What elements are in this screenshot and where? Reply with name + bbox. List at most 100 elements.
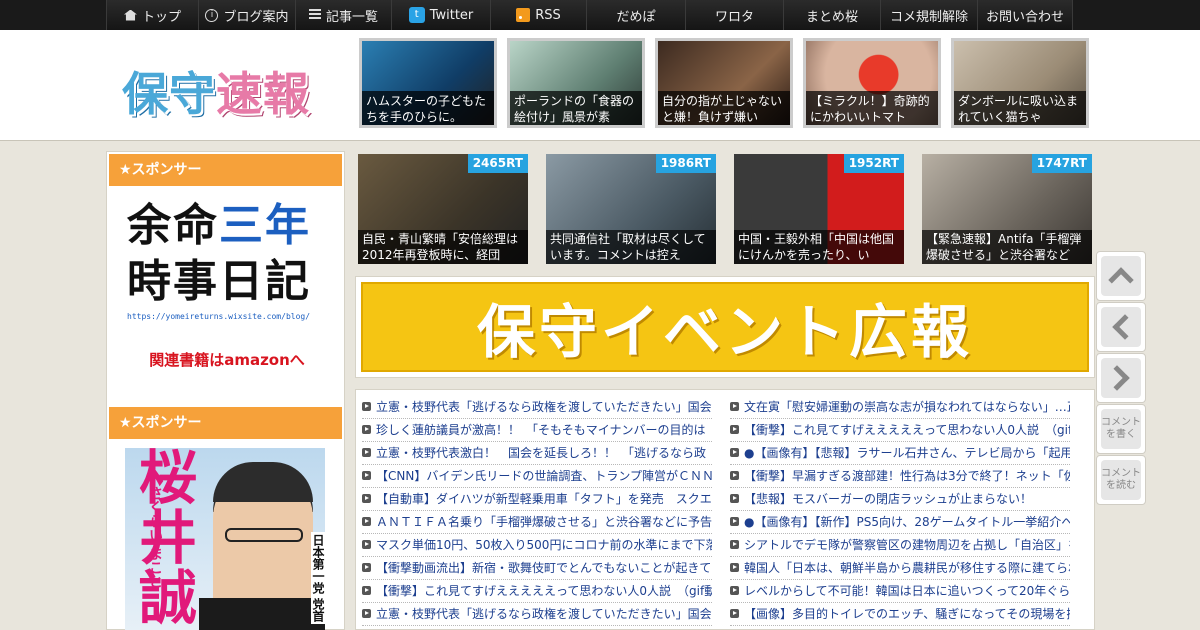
nav-label: Twitter: [429, 7, 474, 23]
ad1-amazon-link[interactable]: 関連書籍はamazonへ: [127, 349, 327, 370]
ad2-furigana: さくらい まこと: [147, 486, 163, 589]
article-link-list: 立憲・枝野代表「逃げるなら政権を渡していただきたい」国会 珍しく蓮舫議員が激高！…: [355, 389, 1095, 630]
link-text: 【画像】多目的トイレでのエッチ、騒ぎになってその現場を撮: [744, 607, 1070, 621]
link-text: 立憲・枝野代表激白！ 国会を延長しろ！！ 「逃げるなら政: [376, 446, 707, 460]
featured-article[interactable]: 1747RT 【緊急速報】Antifa「手榴弾爆破させる」と渋谷署など: [922, 154, 1092, 264]
next-button[interactable]: [1096, 353, 1146, 403]
list-item[interactable]: 【衝撃】早漏すぎる渡部建！性行為は3分で終了！ネット「佐々: [730, 465, 1070, 488]
featured-caption: 【緊急速報】Antifa「手榴弾爆破させる」と渋谷署など: [922, 230, 1092, 264]
link-text: シアトルでデモ隊が警察管区の建物周辺を占拠し「自治区」を: [744, 538, 1070, 552]
list-item[interactable]: 韓国人「日本は、朝鮮半島から農耕民が移住する際に建てられ: [730, 557, 1070, 580]
sponsor-ad-sakurai[interactable]: 桜井誠 さくらい まこと 日本第一党 党首: [125, 448, 325, 630]
nav-twitter[interactable]: t Twitter: [391, 0, 490, 30]
link-text: ＡＮＴＩＦＡ名乗り「手榴弾爆破させる」と渋谷署などに予告: [376, 515, 712, 529]
rss-icon: [516, 8, 531, 22]
list-item[interactable]: マスク単価10円、50枚入り500円にコロナ前の水準にまで下落: [362, 534, 712, 557]
top-nav-bar: トップ i ブログ案内 記事一覧 t Twitter RSS だめぽ ワロタ まとめ…: [0, 0, 1200, 30]
thumb-caption: 自分の指が上じゃないと嫌！負けず嫌い: [658, 91, 790, 125]
header-thumb[interactable]: ハムスターの子どもたちを手のひらに。: [359, 38, 497, 128]
read-comments-button[interactable]: コメントを読む: [1096, 455, 1146, 505]
nav-top[interactable]: トップ: [106, 0, 198, 30]
nav-label: ブログ案内: [223, 9, 289, 25]
list-icon: [308, 9, 321, 21]
header-thumb[interactable]: 【ミラクル！】奇跡的にかわいいトマト: [803, 38, 941, 128]
chevron-right-icon: [1104, 365, 1130, 391]
list-item[interactable]: 【衝撃】これ見てすげえええええって思わない人0人説 （gif動画: [362, 580, 712, 603]
chevron-left-icon: [1112, 314, 1138, 340]
thumb-caption: 【ミラクル！】奇跡的にかわいいトマト: [806, 91, 938, 125]
scroll-top-button[interactable]: [1096, 251, 1146, 301]
logo-part2: 速報: [216, 67, 310, 121]
link-text: 珍しく蓮舫議員が激高！！ 「そもそもマイナンバーの目的は: [376, 423, 706, 437]
link-text: 立憲・枝野代表「逃げるなら政権を渡していただきたい」国会: [376, 400, 712, 414]
list-item[interactable]: 【悲報】モスバーガーの閉店ラッシュが止まらない！: [730, 488, 1070, 511]
ad1-title-b: 三年: [219, 200, 311, 251]
play-bullet-icon: [730, 494, 739, 503]
nav-blog-guide[interactable]: i ブログ案内: [198, 0, 295, 30]
nav-warota[interactable]: ワロタ: [685, 0, 783, 30]
list-item[interactable]: 立憲・枝野代表激白！ 国会を延長しろ！！ 「逃げるなら政: [362, 442, 712, 465]
play-bullet-icon: [730, 402, 739, 411]
list-item[interactable]: レベルからして不可能！韓国は日本に追いつくって20年ぐらい: [730, 580, 1070, 603]
play-bullet-icon: [362, 586, 371, 595]
list-item[interactable]: ●【画像有】【新作】PS5向け、28ゲームタイトル一挙紹介へ！: [730, 511, 1070, 534]
list-item[interactable]: 【CNN】バイデン氏リードの世論調査、トランプ陣営がＣＮＮ: [362, 465, 712, 488]
list-item[interactable]: シアトルでデモ隊が警察管区の建物周辺を占拠し「自治区」を: [730, 534, 1070, 557]
list-item[interactable]: 文在寅「慰安婦運動の崇高な志が損なわれてはならない」…正: [730, 396, 1070, 419]
nav-contact[interactable]: お問い合わせ: [977, 0, 1073, 30]
list-item[interactable]: 【自動車】ダイハツが新型軽乗用車「タフト」を発売 スクエ: [362, 488, 712, 511]
play-bullet-icon: [730, 586, 739, 595]
play-bullet-icon: [730, 563, 739, 572]
play-bullet-icon: [362, 471, 371, 480]
rt-badge: 1747RT: [1031, 154, 1092, 173]
nav-matome-sakura[interactable]: まとめ桜: [783, 0, 880, 30]
thumb-caption: ダンボールに吸い込まれていく猫ちゃ: [954, 91, 1086, 125]
event-banner-container: 保守イベント広報: [355, 276, 1095, 378]
list-item[interactable]: ＡＮＴＩＦＡ名乗り「手榴弾爆破させる」と渋谷署などに予告: [362, 511, 712, 534]
featured-article[interactable]: 1952RT 中国・王毅外相「中国は他国にけんかを売ったり、い: [734, 154, 904, 264]
nav-damepo[interactable]: だめぽ: [586, 0, 685, 30]
site-logo[interactable]: 保守速報: [122, 58, 310, 124]
portrait-hair-top: [213, 462, 313, 502]
nav-comment-unblock[interactable]: コメ規制解除: [880, 0, 977, 30]
sponsor-ad-yomei[interactable]: 余命三年 時事日記 https://yomeireturns.wixsite.c…: [127, 198, 327, 383]
nav-rss[interactable]: RSS: [490, 0, 586, 30]
link-text: 【衝撃】早漏すぎる渡部建！性行為は3分で終了！ネット「佐々: [744, 469, 1070, 483]
nav-article-list[interactable]: 記事一覧: [295, 0, 391, 30]
list-item[interactable]: 立憲・枝野代表「逃げるなら政権を渡していただきたい」国会: [362, 603, 712, 626]
list-item[interactable]: 【衝撃】これ見てすげえええええって思わない人0人説 （gif動画: [730, 419, 1070, 442]
list-item[interactable]: 【衝撃動画流出】新宿・歌舞伎町でとんでもないことが起きて: [362, 557, 712, 580]
sponsor-header: ★スポンサー: [109, 154, 342, 186]
thumb-caption: ハムスターの子どもたちを手のひらに。: [362, 91, 494, 125]
rt-badge: 1952RT: [843, 154, 904, 173]
header-thumb[interactable]: 自分の指が上じゃないと嫌！負けず嫌い: [655, 38, 793, 128]
nav-label: だめぽ: [616, 9, 656, 25]
rt-badge: 2465RT: [467, 154, 528, 173]
featured-article[interactable]: 1986RT 共同通信社「取材は尽くしています。コメントは控え: [546, 154, 716, 264]
nav-label: まとめ桜: [805, 9, 858, 25]
event-banner[interactable]: 保守イベント広報: [361, 282, 1089, 372]
featured-caption: 自民・青山繁晴「安倍総理は2012年再登板時に、経団: [358, 230, 528, 264]
links-right-column: 文在寅「慰安婦運動の崇高な志が損なわれてはならない」…正 【衝撃】これ見てすげえ…: [730, 396, 1070, 626]
nav-label: ワロタ: [714, 9, 754, 25]
header-thumb[interactable]: ポーランドの「食器の絵付け」風景が素: [507, 38, 645, 128]
featured-article[interactable]: 2465RT 自民・青山繁晴「安倍総理は2012年再登板時に、経団: [358, 154, 528, 264]
button-face: コメントを読む: [1101, 460, 1141, 500]
button-face: [1101, 358, 1141, 398]
link-text: 【衝撃】これ見てすげえええええって思わない人0人説 （gif動画: [744, 423, 1070, 437]
list-item[interactable]: 立憲・枝野代表「逃げるなら政権を渡していただきたい」国会: [362, 396, 712, 419]
list-item[interactable]: ●【画像有】【悲報】ラサール石井さん、テレビ局から「起用: [730, 442, 1070, 465]
ad1-url: https://yomeireturns.wixsite.com/blog/: [127, 312, 311, 321]
link-text: 文在寅「慰安婦運動の崇高な志が損なわれてはならない」…正: [744, 400, 1070, 414]
previous-button[interactable]: [1096, 302, 1146, 352]
info-icon: i: [205, 8, 219, 22]
list-item[interactable]: 珍しく蓮舫議員が激高！！ 「そもそもマイナンバーの目的は: [362, 419, 712, 442]
write-comment-button[interactable]: コメントを書く: [1096, 404, 1146, 454]
play-bullet-icon: [730, 609, 739, 618]
play-bullet-icon: [362, 448, 371, 457]
header-thumb[interactable]: ダンボールに吸い込まれていく猫ちゃ: [951, 38, 1089, 128]
list-item[interactable]: 【画像】多目的トイレでのエッチ、騒ぎになってその現場を撮: [730, 603, 1070, 626]
ad2-name: 桜井誠: [138, 448, 197, 630]
play-bullet-icon: [362, 494, 371, 503]
home-icon: [123, 9, 137, 21]
